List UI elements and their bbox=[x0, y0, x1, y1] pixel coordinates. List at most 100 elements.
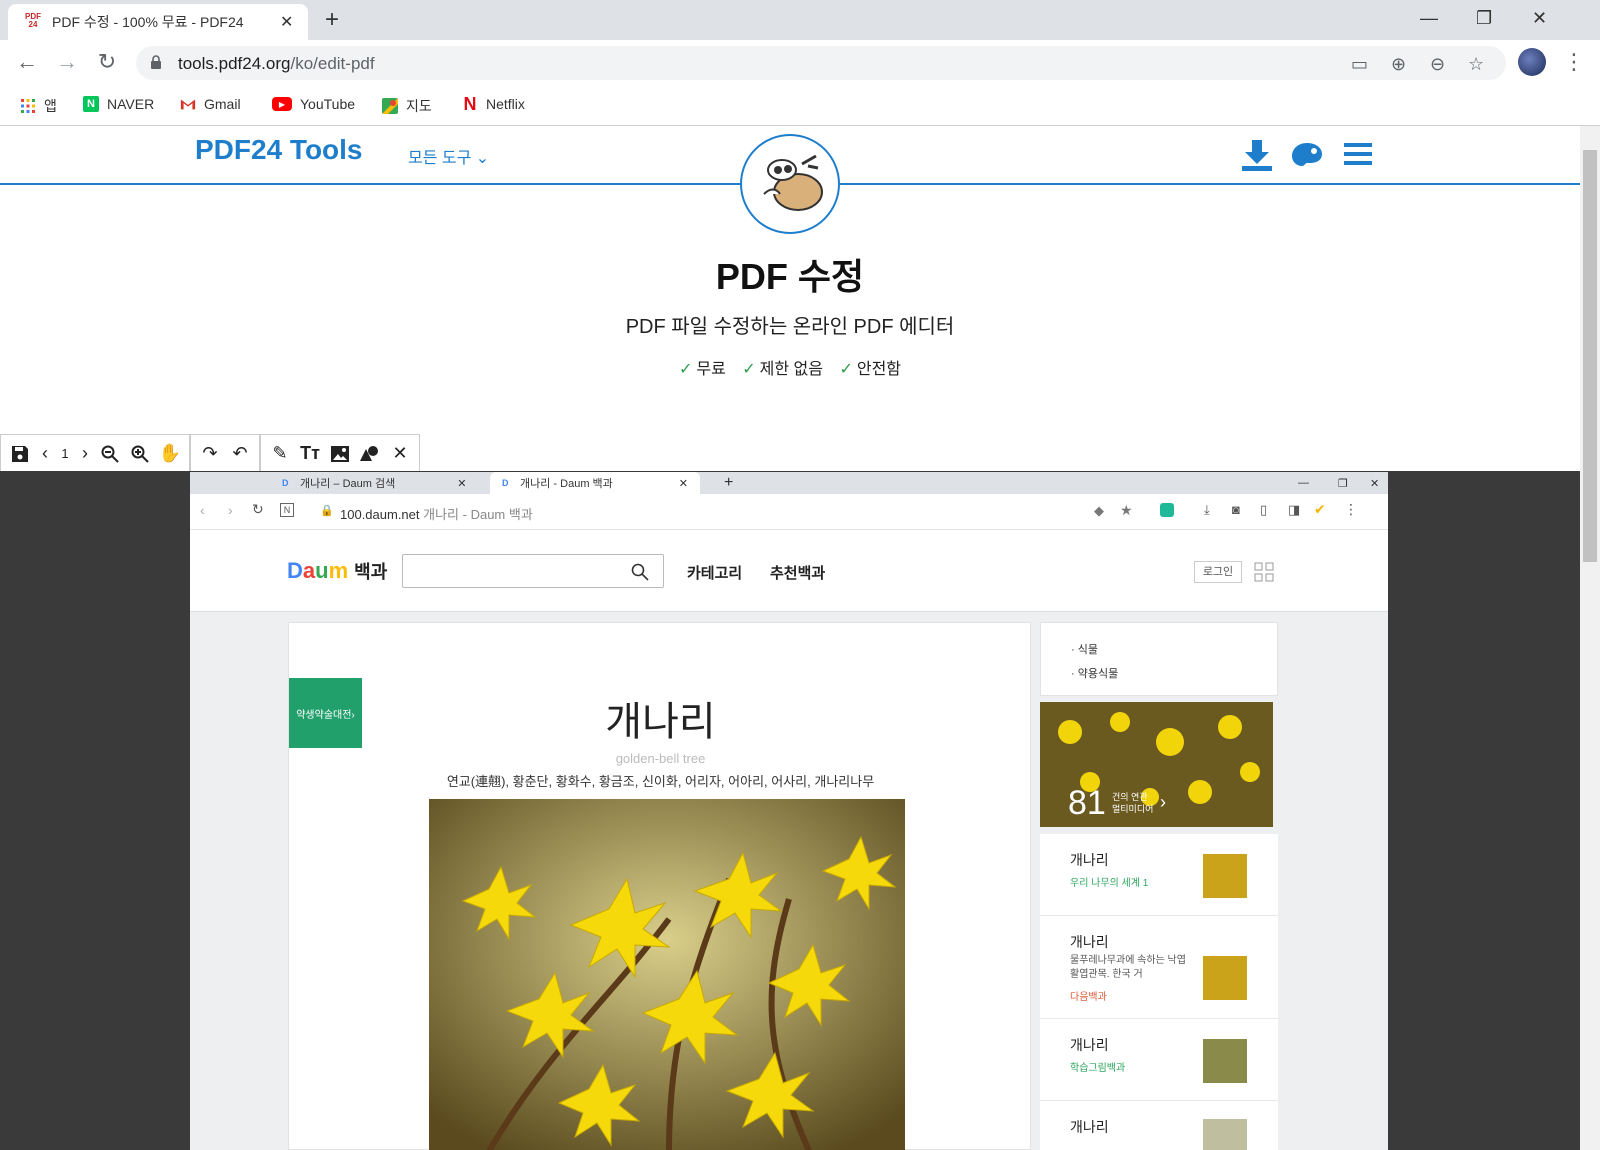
check-icon: ✓ bbox=[678, 361, 693, 378]
category-item: · 약용식물 bbox=[1071, 668, 1119, 680]
related-item: 개나리 bbox=[1040, 1101, 1278, 1150]
save-icon[interactable] bbox=[5, 439, 35, 469]
address-bar[interactable]: tools.pdf24.org/ko/edit-pdf ▭ ⊕ ⊖ ☆ bbox=[136, 46, 1506, 80]
feature-label: 제한 없음 bbox=[759, 361, 823, 378]
image-icon[interactable] bbox=[325, 439, 355, 469]
embedded-tab: D 개나리 – Daum 검색 ✕ bbox=[282, 472, 466, 494]
article-card: 약생약술대전› 개나리 golden-bell tree 연교(連翹), 황춘단… bbox=[288, 622, 1031, 1150]
pdf24-logo[interactable]: PDF24 Tools bbox=[195, 134, 363, 166]
category-label: 식물 bbox=[1077, 644, 1098, 656]
new-tab-button[interactable]: + bbox=[325, 8, 339, 32]
close-icon: ✕ bbox=[1370, 477, 1380, 490]
check-icon: ✓ bbox=[742, 361, 756, 378]
embedded-tab-strip: D 개나리 – Daum 검색 ✕ D 개나리 - Daum 백과 ✕ + — ❐ ✕ bbox=[190, 472, 1388, 494]
restore-icon: ❐ bbox=[1338, 477, 1348, 490]
related-source: 우리 나무의 세계 1 bbox=[1070, 878, 1149, 889]
reload-icon: ↻ bbox=[252, 501, 264, 517]
bookmark-maps[interactable]: 지도 bbox=[382, 96, 432, 116]
close-icon: ✕ bbox=[457, 477, 467, 490]
bookmark-youtube[interactable]: ▶ YouTube bbox=[272, 96, 355, 112]
zoom-icon[interactable]: ⊖ bbox=[1430, 54, 1445, 75]
article-title: 개나리 bbox=[605, 700, 716, 744]
bookmark-label: NAVER bbox=[107, 96, 155, 112]
check-icon: ✔ bbox=[1314, 501, 1326, 517]
add-icon[interactable]: ⊕ bbox=[1391, 54, 1406, 75]
pdf-page[interactable]: D 개나리 – Daum 검색 ✕ D 개나리 - Daum 백과 ✕ + — ❐ ✕ … bbox=[190, 472, 1388, 1150]
page-subtitle: PDF 파일 수정하는 온라인 PDF 에디터 bbox=[625, 316, 955, 338]
bookmark-star-icon[interactable]: ☆ bbox=[1468, 54, 1484, 75]
download-icon[interactable] bbox=[1240, 138, 1274, 172]
article-aliases: 연교(連翹), 황춘단, 황화수, 황금조, 신이화, 어리자, 어아리, 어사… bbox=[446, 774, 875, 789]
daum-search-input bbox=[402, 554, 664, 588]
daum-favicon-icon: D bbox=[282, 478, 289, 488]
embedded-url-host: 100.daum.net bbox=[340, 507, 420, 522]
related-title: 개나리 bbox=[1070, 852, 1109, 868]
bookmark-gmail[interactable]: Gmail bbox=[180, 96, 241, 112]
related-list: 개나리 우리 나무의 세계 1 개나리 물푸레나무과에 속하는 낙엽활엽관목. … bbox=[1040, 834, 1278, 1150]
related-item: 개나리 우리 나무의 세계 1 bbox=[1040, 834, 1278, 916]
pen-icon[interactable]: ✎ bbox=[265, 439, 295, 469]
bookmark-apps[interactable]: 앱 bbox=[20, 96, 57, 116]
maximize-button[interactable]: ❐ bbox=[1476, 8, 1492, 29]
file-nav-group: ‹ 1 › ✋ bbox=[0, 434, 190, 472]
shield-icon: ◆ bbox=[1094, 503, 1104, 518]
forward-button[interactable]: → bbox=[55, 51, 79, 75]
bookmarks-bar: 앱 N NAVER Gmail ▶ YouTube 지도 N Netflix bbox=[0, 86, 1600, 126]
lock-icon: 🔒 bbox=[320, 505, 334, 517]
palette-icon[interactable] bbox=[1290, 138, 1324, 172]
menu-kebab-icon[interactable]: ⋮ bbox=[1562, 51, 1586, 75]
back-icon: ‹ bbox=[200, 502, 205, 518]
window-close-button[interactable]: ✕ bbox=[1532, 8, 1547, 29]
hamburger-menu-icon[interactable] bbox=[1342, 138, 1374, 170]
grid-menu-icon bbox=[1254, 562, 1274, 582]
feature-unlimited: ✓ 제한 없음 bbox=[742, 361, 823, 378]
zoom-out-icon[interactable] bbox=[95, 439, 125, 469]
hand-pan-icon[interactable]: ✋ bbox=[155, 439, 185, 469]
browser-tab[interactable]: PDF 24 PDF 수정 - 100% 무료 - PDF24 ✕ bbox=[8, 4, 308, 40]
next-page-icon[interactable]: › bbox=[75, 439, 95, 469]
all-tools-dropdown[interactable]: 모든 도구 ⌄ bbox=[408, 144, 489, 168]
chevron-right-icon: › bbox=[1160, 792, 1166, 812]
zoom-in-icon[interactable] bbox=[125, 439, 155, 469]
undo-icon[interactable]: ↶ bbox=[225, 439, 255, 469]
pdf24-mascot-logo[interactable] bbox=[740, 134, 840, 234]
download-icon: ⤓ bbox=[1204, 502, 1210, 517]
naver-icon: N bbox=[83, 96, 99, 112]
media-banner: 81 건의 연관 멀티미디어 › bbox=[1040, 702, 1273, 827]
daum-logo: Daum 백과 bbox=[287, 558, 388, 583]
bookmark-netflix[interactable]: N Netflix bbox=[462, 94, 525, 114]
feature-secure: ✓ 안전함 bbox=[839, 361, 901, 378]
minimize-button[interactable]: — bbox=[1420, 8, 1438, 29]
back-button[interactable]: ← bbox=[15, 51, 39, 75]
reader-icon: ▯ bbox=[1260, 502, 1268, 517]
section-label: 백과 bbox=[354, 562, 388, 582]
page-number[interactable]: 1 bbox=[55, 439, 75, 469]
new-tab-icon: + bbox=[724, 474, 734, 491]
related-description: 물푸레나무과에 속하는 낙엽활엽관목. 한국 거 bbox=[1070, 955, 1186, 980]
bookmark-label: Gmail bbox=[204, 96, 241, 112]
text-icon[interactable]: Tт bbox=[295, 439, 325, 469]
cast-icon[interactable]: ▭ bbox=[1351, 54, 1368, 75]
embedded-toolbar: ‹ › ↻ N 🔒 100.daum.net 개나리 - Daum 백과 ◆ ★… bbox=[190, 494, 1388, 530]
daum-favicon-icon: D bbox=[502, 478, 509, 488]
bookmark-naver[interactable]: N NAVER bbox=[83, 96, 154, 112]
related-item: 개나리 물푸레나무과에 속하는 낙엽활엽관목. 한국 거 다음백과 bbox=[1040, 916, 1278, 1019]
redo-icon[interactable]: ↷ bbox=[195, 439, 225, 469]
browser-toolbar: ← → ↻ tools.pdf24.org/ko/edit-pdf ▭ ⊕ ⊖ … bbox=[0, 40, 1600, 86]
bookmark-label: Netflix bbox=[486, 96, 525, 112]
apps-grid-icon bbox=[21, 99, 35, 113]
sidebar-icon: ◨ bbox=[1288, 502, 1301, 517]
related-thumbnail bbox=[1203, 854, 1247, 898]
scrollbar-thumb[interactable] bbox=[1583, 150, 1597, 562]
profile-avatar[interactable] bbox=[1518, 48, 1546, 76]
maps-icon bbox=[382, 98, 398, 114]
close-icon[interactable]: ✕ bbox=[385, 439, 415, 469]
shapes-icon[interactable] bbox=[355, 439, 385, 469]
previous-page-icon[interactable]: ‹ bbox=[35, 439, 55, 469]
reload-button[interactable]: ↻ bbox=[95, 51, 119, 75]
tab-title: PDF 수정 - 100% 무료 - PDF24 bbox=[52, 14, 244, 30]
related-title: 개나리 bbox=[1070, 1037, 1109, 1053]
embedded-tab-title: 개나리 - Daum 백과 bbox=[520, 478, 613, 490]
related-thumbnail bbox=[1203, 1039, 1247, 1083]
tab-close-icon[interactable]: ✕ bbox=[280, 12, 293, 32]
